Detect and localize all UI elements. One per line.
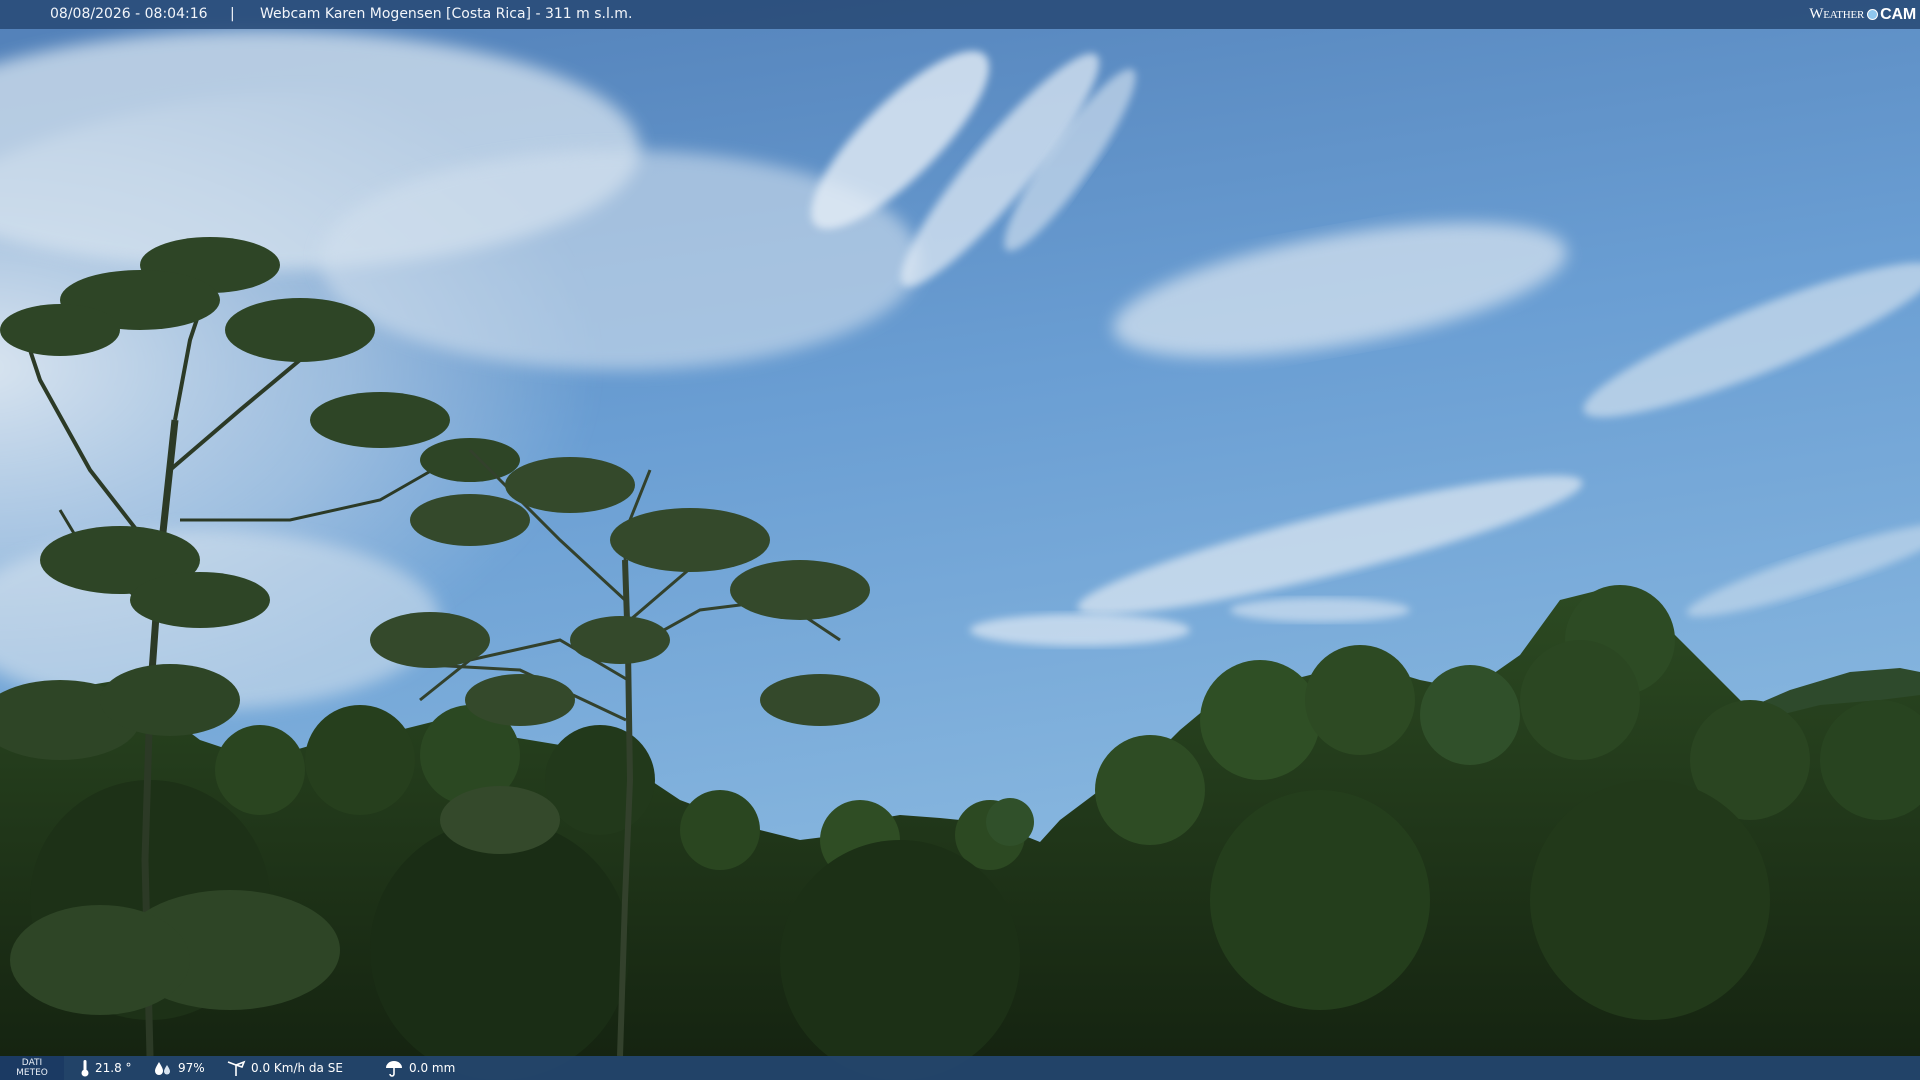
webcam-image [0, 0, 1920, 1080]
humidity-value: 97% [178, 1061, 205, 1075]
landscape-scene [0, 0, 1920, 1080]
temperature-reading: 21.8 ° [80, 1056, 132, 1080]
top-info-bar: 08/08/2026 - 08:04:16 | Webcam Karen Mog… [0, 0, 1920, 29]
meteo-label-line1: DATI [21, 1058, 43, 1068]
wind-value: 0.0 Km/h da SE [251, 1061, 343, 1075]
temperature-value: 21.8 ° [95, 1061, 132, 1075]
title-separator: | [230, 6, 235, 22]
brand-word-cam: CAM [1880, 5, 1916, 23]
thermometer-icon [81, 1060, 89, 1077]
brand-word-weather: Weather [1809, 5, 1865, 22]
meteo-label-line2: METEO [16, 1068, 48, 1078]
humidity-drops-icon [155, 1062, 170, 1075]
weathercam-logo[interactable]: Weather CAM [1809, 3, 1916, 25]
brand-globe-icon [1867, 8, 1879, 20]
rain-umbrella-icon [386, 1061, 402, 1077]
camera-name: Webcam Karen Mogensen [Costa Rica] - 311… [260, 6, 633, 22]
wind-reading: 0.0 Km/h da SE [226, 1056, 343, 1080]
capture-datetime: 08/08/2026 - 08:04:16 [50, 6, 208, 22]
wind-vane-icon [227, 1060, 246, 1076]
rain-value: 0.0 mm [409, 1061, 456, 1075]
meteo-label: DATI METEO [0, 1056, 64, 1080]
bottom-meteo-bar: DATI METEO 21.8 ° 97% 0.0 Km/h da SE 0.0… [0, 1056, 1920, 1080]
humidity-reading: 97% [153, 1056, 205, 1080]
rain-reading: 0.0 mm [384, 1056, 455, 1080]
